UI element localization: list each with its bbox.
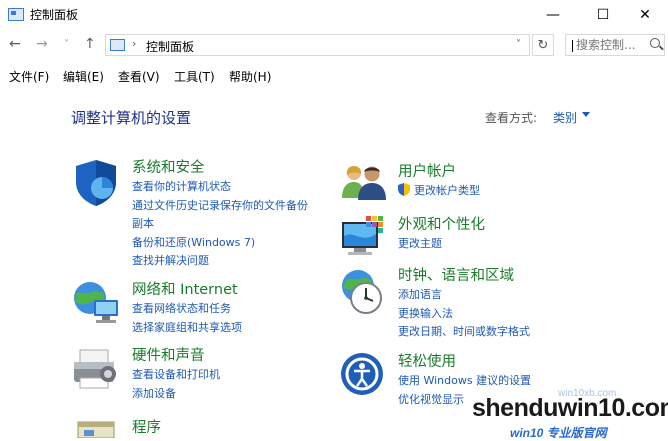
- up-button[interactable]: ↑: [84, 36, 96, 52]
- programs-icon[interactable]: [72, 418, 120, 438]
- category-appearance-personalization: 外观和个性化 更改主题: [398, 215, 485, 254]
- category-link[interactable]: 查看设备和打印机: [132, 366, 220, 385]
- control-panel-icon: [8, 8, 24, 21]
- recent-locations-button[interactable]: ˅: [64, 39, 69, 50]
- refresh-button[interactable]: ↻: [532, 34, 554, 56]
- menu-view[interactable]: 查看(V): [118, 68, 160, 85]
- back-button[interactable]: ←: [9, 36, 21, 52]
- category-programs: 程序: [132, 418, 161, 438]
- watermark: win10xb.com shenduwin10.com win10 专业版官网: [470, 388, 668, 440]
- printer-icon[interactable]: [70, 346, 122, 394]
- breadcrumb[interactable]: 控制面板: [146, 38, 194, 55]
- maximize-button[interactable]: ☐: [580, 0, 626, 30]
- chevron-down-icon[interactable]: [582, 112, 590, 117]
- category-link[interactable]: 更改帐户类型: [398, 182, 480, 201]
- category-link[interactable]: 查找并解决问题: [132, 252, 308, 271]
- menu-bar: 文件(F) 编辑(E) 查看(V) 工具(T) 帮助(H): [0, 66, 668, 86]
- category-title[interactable]: 系统和安全: [132, 158, 308, 178]
- category-title[interactable]: 网络和 Internet: [132, 280, 242, 300]
- category-link[interactable]: 添加设备: [132, 385, 220, 404]
- address-dropdown-button[interactable]: ˅: [516, 39, 521, 50]
- category-link[interactable]: 更改日期、时间或数字格式: [398, 323, 530, 342]
- clock-globe-icon[interactable]: [338, 268, 388, 318]
- category-network-internet: 网络和 Internet 查看网络状态和任务 选择家庭组和共享选项: [132, 280, 242, 337]
- category-clock-language-region: 时钟、语言和区域 添加语言 更换输入法 更改日期、时间或数字格式: [398, 266, 530, 342]
- category-link[interactable]: 添加语言: [398, 286, 530, 305]
- menu-file[interactable]: 文件(F): [9, 68, 49, 85]
- category-link[interactable]: 通过文件历史记录保存你的文件备份: [132, 197, 308, 216]
- category-title[interactable]: 外观和个性化: [398, 215, 485, 235]
- category-link[interactable]: 副本: [132, 215, 308, 234]
- category-title[interactable]: 轻松使用: [398, 352, 531, 372]
- breadcrumb-separator[interactable]: ›: [132, 37, 136, 50]
- monitor-icon[interactable]: [340, 214, 388, 258]
- category-link[interactable]: 更换输入法: [398, 305, 530, 324]
- watermark-sub: win10 专业版官网: [510, 426, 607, 440]
- category-link[interactable]: 查看你的计算机状态: [132, 178, 308, 197]
- view-by-dropdown[interactable]: 类别: [553, 109, 577, 126]
- search-input[interactable]: 搜索控制...: [565, 34, 665, 56]
- minimize-button[interactable]: —: [530, 0, 576, 30]
- category-hardware-sound: 硬件和声音 查看设备和打印机 添加设备: [132, 346, 220, 403]
- search-icon[interactable]: [650, 38, 660, 48]
- page-title: 调整计算机的设置: [71, 109, 192, 127]
- navigation-bar: ← → ˅ ↑ › 控制面板 ˅ ↻ 搜索控制...: [0, 32, 668, 60]
- view-by-label: 查看方式:: [485, 111, 538, 125]
- category-link[interactable]: 备份和还原(Windows 7): [132, 234, 308, 253]
- menu-edit[interactable]: 编辑(E): [63, 68, 104, 85]
- control-panel-icon: [110, 39, 125, 51]
- search-placeholder: 搜索控制...: [576, 38, 636, 52]
- uac-shield-icon: [398, 183, 410, 196]
- category-title[interactable]: 用户帐户: [398, 162, 480, 182]
- category-system-security: 系统和安全 查看你的计算机状态 通过文件历史记录保存你的文件备份 副本 备份和还…: [132, 158, 308, 271]
- category-title[interactable]: 程序: [132, 418, 161, 438]
- shield-icon[interactable]: [72, 158, 120, 208]
- forward-button[interactable]: →: [36, 36, 48, 52]
- menu-help[interactable]: 帮助(H): [229, 68, 271, 85]
- address-bar[interactable]: › 控制面板 ˅: [105, 34, 530, 56]
- category-title[interactable]: 硬件和声音: [132, 346, 220, 366]
- network-icon[interactable]: [70, 280, 122, 326]
- menu-tools[interactable]: 工具(T): [174, 68, 215, 85]
- category-link[interactable]: 选择家庭组和共享选项: [132, 319, 242, 338]
- window-title: 控制面板: [30, 8, 79, 22]
- category-link[interactable]: 更改主题: [398, 235, 485, 254]
- category-link-text: 更改帐户类型: [414, 184, 480, 197]
- title-bar: 控制面板 — ☐ ✕: [0, 0, 668, 30]
- watermark-large: shenduwin10.com: [472, 394, 668, 422]
- category-user-accounts: 用户帐户 更改帐户类型: [398, 162, 480, 201]
- main-content: 调整计算机的设置 查看方式: 类别 系统和安全 查看你的计算机状态 通过文件历史…: [0, 90, 668, 438]
- category-title[interactable]: 时钟、语言和区域: [398, 266, 530, 286]
- close-button[interactable]: ✕: [622, 0, 668, 30]
- users-icon[interactable]: [340, 162, 388, 202]
- category-link[interactable]: 查看网络状态和任务: [132, 300, 242, 319]
- ease-of-access-icon[interactable]: [340, 352, 384, 396]
